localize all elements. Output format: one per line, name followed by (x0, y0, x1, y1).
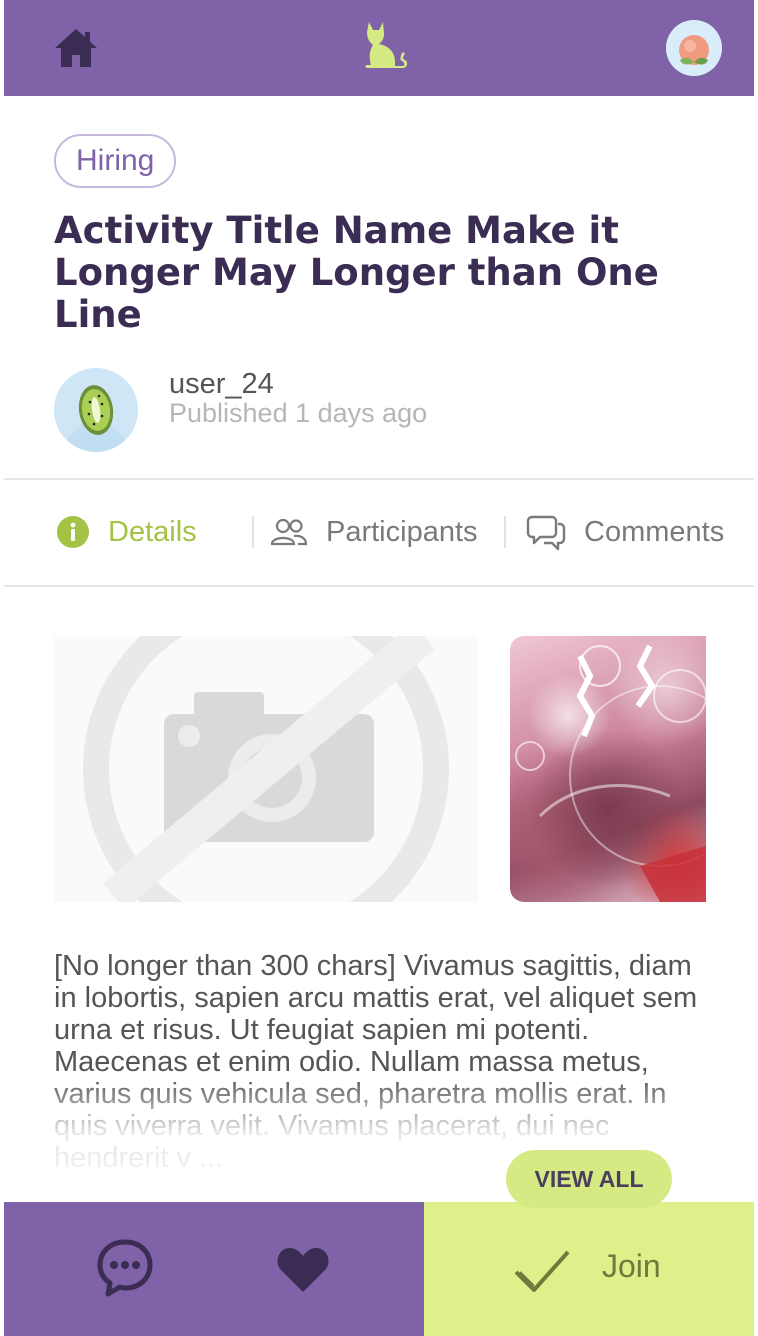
tab-separator (504, 516, 506, 548)
activity-photo[interactable] (510, 636, 706, 902)
view-all-button[interactable]: VIEW ALL (506, 1150, 672, 1208)
cat-logo-icon (359, 18, 408, 70)
divider (4, 585, 754, 587)
people-icon (270, 517, 308, 547)
check-icon (512, 1246, 572, 1296)
comments-icon (526, 513, 566, 551)
tab-label: Comments (584, 515, 725, 548)
tab-details[interactable]: Details (56, 506, 197, 558)
top-bar (4, 0, 754, 96)
join-button[interactable]: Join (424, 1202, 754, 1336)
no-camera-icon[interactable] (54, 636, 478, 902)
tab-participants[interactable]: Participants (270, 506, 478, 558)
author-username[interactable]: user_24 (169, 368, 274, 401)
kiwi-avatar-icon[interactable] (54, 368, 138, 452)
published-time: Published 1 days ago (169, 398, 428, 428)
activity-title: Activity Title Name Make it Longer May L… (54, 209, 659, 336)
tab-label: Details (108, 515, 197, 548)
tab-label: Participants (326, 515, 478, 548)
chat-bubble-icon[interactable] (96, 1238, 154, 1298)
divider (4, 478, 754, 480)
bottom-action-bar (4, 1202, 424, 1336)
heart-icon[interactable] (276, 1244, 330, 1294)
category-tag: Hiring (54, 134, 177, 188)
join-label: Join (602, 1248, 661, 1284)
info-icon (56, 515, 90, 549)
tab-comments[interactable]: Comments (526, 506, 724, 558)
home-icon[interactable] (52, 26, 100, 70)
tab-separator (252, 516, 254, 548)
activity-detail-screen: Hiring Activity Title Name Make it Longe… (4, 0, 754, 1336)
peach-avatar-icon[interactable] (666, 20, 722, 76)
